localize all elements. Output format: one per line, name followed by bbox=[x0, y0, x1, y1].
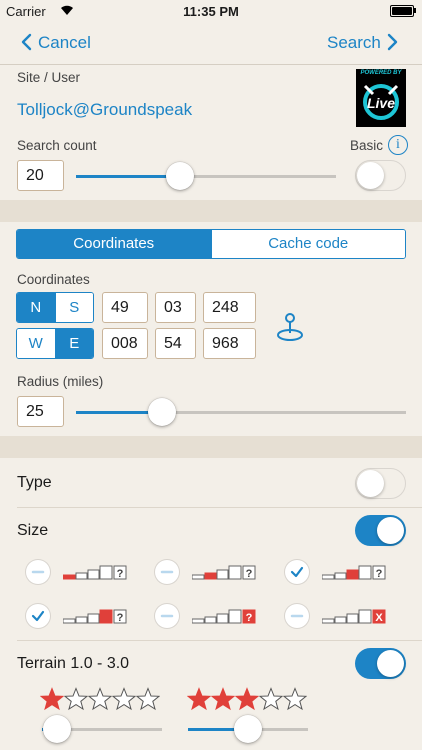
terrain-min-slider[interactable] bbox=[42, 715, 162, 743]
size-scale-icon: ? bbox=[192, 565, 256, 580]
svg-text:?: ? bbox=[246, 612, 253, 624]
radius-label: Radius (miles) bbox=[17, 374, 104, 389]
chevron-right-icon bbox=[387, 33, 398, 51]
basic-label: Basic bbox=[350, 138, 384, 153]
size-scale-icon: ? bbox=[322, 565, 386, 580]
size-scale-icon: X bbox=[322, 609, 386, 624]
size-scale-icon: ? bbox=[63, 565, 127, 580]
toggle-knob bbox=[377, 517, 404, 544]
size-label: Size bbox=[17, 522, 49, 539]
terrain-toggle[interactable] bbox=[355, 648, 406, 679]
star-empty-icon bbox=[64, 687, 88, 711]
radius-input[interactable]: 25 bbox=[17, 396, 64, 427]
star-empty-icon bbox=[259, 687, 283, 711]
lon-minutes-input[interactable]: 54 bbox=[155, 328, 196, 359]
basic-toggle[interactable] bbox=[355, 160, 406, 191]
tab-coordinates[interactable]: Coordinates bbox=[17, 230, 211, 258]
size-checked-icon[interactable] bbox=[26, 604, 50, 628]
battery-tip bbox=[414, 8, 416, 13]
svg-text:X: X bbox=[375, 612, 383, 624]
star-empty-icon bbox=[88, 687, 112, 711]
size-toggle[interactable] bbox=[355, 515, 406, 546]
star-empty-icon bbox=[112, 687, 136, 711]
star-empty-icon bbox=[283, 687, 307, 711]
ns-selector: N S bbox=[16, 292, 94, 323]
svg-text:?: ? bbox=[246, 568, 253, 580]
star-empty-icon bbox=[136, 687, 160, 711]
location-pin-icon[interactable] bbox=[274, 311, 306, 343]
size-scale-icon: ? bbox=[192, 609, 256, 624]
section-divider bbox=[0, 200, 422, 222]
info-icon[interactable]: i bbox=[388, 135, 408, 155]
search-count-label: Search count bbox=[17, 138, 97, 153]
search-mode-tabs: Coordinates Cache code bbox=[16, 229, 406, 259]
lat-minutes-input[interactable]: 03 bbox=[155, 292, 196, 323]
ns-option-s[interactable]: S bbox=[54, 293, 93, 322]
status-time: 11:35 PM bbox=[183, 4, 239, 19]
terrain-max-slider[interactable] bbox=[188, 715, 308, 743]
chevron-left-icon bbox=[21, 33, 32, 51]
status-bar: Carrier 11:35 PM bbox=[0, 0, 422, 22]
toggle-knob bbox=[377, 650, 404, 677]
size-scale-icon: ? bbox=[63, 609, 127, 624]
search-count-slider[interactable] bbox=[76, 162, 336, 190]
terrain-min-slider-knob[interactable] bbox=[43, 715, 71, 743]
cancel-button[interactable]: Cancel bbox=[20, 33, 91, 53]
terrain-max-slider-knob[interactable] bbox=[234, 715, 262, 743]
tab-cache-code[interactable]: Cache code bbox=[210, 230, 405, 258]
ew-selector: W E bbox=[16, 328, 94, 359]
terrain-label: Terrain 1.0 - 3.0 bbox=[17, 655, 130, 672]
size-minus-icon[interactable] bbox=[26, 560, 50, 584]
ns-option-n[interactable]: N bbox=[17, 293, 55, 322]
svg-text:?: ? bbox=[376, 568, 383, 580]
ew-option-w[interactable]: W bbox=[17, 329, 55, 358]
star-filled-icon bbox=[187, 687, 211, 711]
search-count-slider-fill bbox=[76, 175, 180, 178]
groundspeak-live-logo: POWERED BY Live bbox=[356, 69, 406, 127]
svg-text:?: ? bbox=[117, 568, 124, 580]
size-minus-icon[interactable] bbox=[155, 560, 179, 584]
size-checked-icon[interactable] bbox=[285, 560, 309, 584]
site-user-value[interactable]: Tolljock@Groundspeak bbox=[17, 100, 192, 120]
toggle-knob bbox=[357, 469, 384, 497]
type-toggle[interactable] bbox=[355, 468, 406, 499]
live-logo-icon: Live bbox=[363, 84, 399, 120]
lat-degrees-input[interactable]: 49 bbox=[102, 292, 148, 323]
lat-decimals-input[interactable]: 248 bbox=[203, 292, 256, 323]
cancel-label: Cancel bbox=[38, 33, 91, 52]
star-filled-icon bbox=[211, 687, 235, 711]
lon-decimals-input[interactable]: 968 bbox=[203, 328, 256, 359]
search-count-slider-knob[interactable] bbox=[166, 162, 194, 190]
site-user-label: Site / User bbox=[17, 70, 81, 85]
star-filled-icon bbox=[235, 687, 259, 711]
search-label: Search bbox=[327, 33, 381, 52]
coordinates-label: Coordinates bbox=[17, 272, 90, 287]
search-count-input[interactable]: 20 bbox=[17, 160, 64, 191]
section-divider bbox=[0, 436, 422, 458]
nav-divider bbox=[0, 64, 422, 65]
svg-text:?: ? bbox=[117, 612, 124, 624]
star-filled-icon bbox=[40, 687, 64, 711]
size-minus-icon[interactable] bbox=[285, 604, 309, 628]
ew-option-e[interactable]: E bbox=[54, 329, 93, 358]
row-divider bbox=[17, 640, 422, 641]
row-divider bbox=[17, 507, 422, 508]
svg-text:Live: Live bbox=[367, 95, 395, 111]
type-label: Type bbox=[17, 474, 52, 491]
size-minus-icon[interactable] bbox=[155, 604, 179, 628]
battery-icon bbox=[390, 5, 414, 17]
search-button[interactable]: Search bbox=[327, 33, 399, 53]
lon-degrees-input[interactable]: 008 bbox=[102, 328, 148, 359]
radius-slider-knob[interactable] bbox=[148, 398, 176, 426]
nav-bar: Cancel Search bbox=[0, 22, 422, 64]
toggle-knob bbox=[357, 161, 384, 189]
powered-by-text: POWERED BY bbox=[360, 70, 402, 76]
radius-slider[interactable] bbox=[76, 398, 406, 426]
